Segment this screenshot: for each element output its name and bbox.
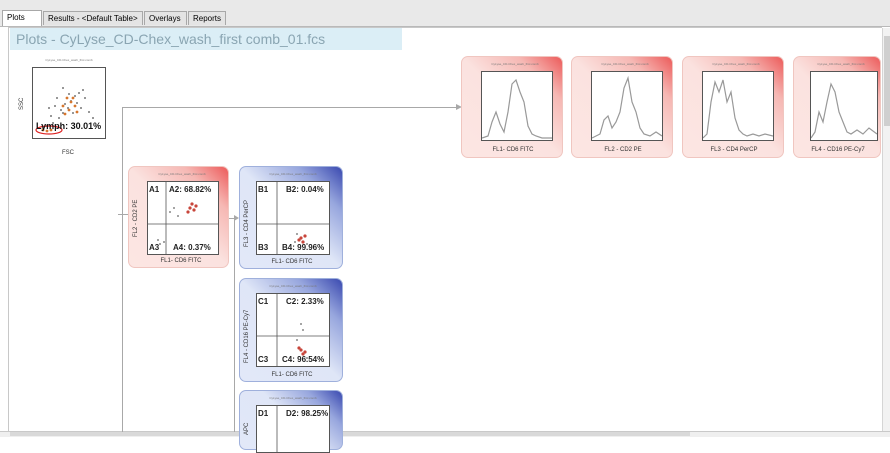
quadrant-plot-card-c[interactable]: CyLyse_CD-Chex_wash_first comb C1 C2: 2.…	[239, 278, 343, 382]
page-title: Plots - CyLyse_CD-Chex_wash_first comb_0…	[16, 31, 326, 47]
quadrant-label-d1: D1	[258, 409, 269, 418]
quadrant-label-c4: C4: 96.54%	[282, 355, 325, 364]
quadrant-plot-card-d[interactable]: CyLyse_CD-Chex_wash_first comb D1 D2: 98…	[239, 390, 343, 453]
plot-mini-title: CyLyse_CD-Chex_wash_first comb	[491, 62, 539, 66]
vertical-scrollbar[interactable]	[882, 28, 890, 432]
quadrant-label-b3: B3	[258, 243, 269, 252]
quadrant-x-label-a: FL1- CD6 FITC	[160, 258, 202, 264]
scatter-plot-card[interactable]: CyLyse_CD-Chex_wash_first comb Lymph: 30…	[14, 54, 114, 160]
quadrant-label-a2: A2: 68.82%	[169, 185, 212, 194]
frame-top	[8, 27, 882, 28]
quadrant-label-a1: A1	[149, 185, 160, 194]
plot-mini-title: CyLyse_CD-Chex_wash_first comb	[269, 284, 317, 288]
quadrant-y-label-a: FL2 - CD2 PE	[133, 199, 139, 237]
quadrant-label-c2: C2: 2.33%	[286, 297, 324, 306]
tab-overlays[interactable]: Overlays	[144, 11, 187, 25]
quadrant-label-a4: A4: 0.37%	[173, 243, 211, 252]
tab-plots[interactable]: Plots	[2, 10, 42, 26]
plot-mini-title: CyLyse_CD-Chex_wash_first comb	[601, 62, 649, 66]
plot-mini-title: CyLyse_CD-Chex_wash_first comb	[712, 62, 760, 66]
histogram-card-1[interactable]: CyLyse_CD-Chex_wash_first comb FL1- CD6 …	[461, 56, 563, 158]
histogram-x-label-3: FL3 - CD4 PerCP	[710, 147, 758, 153]
gate-connector-horizontal	[122, 107, 458, 108]
horizontal-scrollbar[interactable]	[0, 431, 890, 437]
quadrant-y-label-c: FL4 - CD16 PE-Cy7	[244, 309, 250, 363]
vertical-scroll-thumb[interactable]	[884, 36, 890, 126]
histogram-x-label-1: FL1- CD6 FITC	[492, 147, 534, 153]
plot-mini-title: CyLyse_CD-Chex_wash_first comb	[269, 172, 317, 176]
quadrant-label-a3: A3	[149, 243, 160, 252]
quadrant-y-label-b: FL3 - CD4 PerCP	[244, 199, 250, 247]
quadrant-x-label-b: FL1- CD6 FITC	[271, 259, 313, 265]
plot-mini-title: CyLyse_CD-Chex_wash_first comb	[158, 172, 206, 176]
plot-mini-title: CyLyse_CD-Chex_wash_first comb	[817, 62, 865, 66]
quadrant-label-c1: C1	[258, 297, 269, 306]
tab-strip: Plots Results - <Default Table> Overlays…	[0, 0, 890, 27]
histogram-plot-area-4	[810, 71, 878, 141]
histogram-plot-area-2	[591, 71, 663, 141]
lymph-gate-label: Lymph: 30.01%	[36, 121, 102, 131]
histogram-plot-area-3	[702, 71, 774, 141]
scatter-y-label: SSC	[19, 97, 25, 110]
quadrant-label-b1: B1	[258, 185, 269, 194]
quadrant-x-label-c: FL1- CD6 FITC	[271, 372, 313, 378]
plot-mini-title: CyLyse_CD-Chex_wash_first comb	[269, 396, 317, 400]
horizontal-scroll-thumb[interactable]	[10, 432, 690, 436]
histogram-card-4[interactable]: CyLyse_CD-Chex_wash_first comb FL4 - CD1…	[793, 56, 881, 158]
histogram-card-2[interactable]: CyLyse_CD-Chex_wash_first comb FL2 - CD2…	[571, 56, 673, 158]
quadrant-plot-card-b[interactable]: CyLyse_CD-Chex_wash_first comb B1 B2: 0.…	[239, 166, 343, 269]
frame-left	[8, 27, 9, 431]
scatter-x-label: FSC	[62, 150, 74, 156]
quadrant-plot-card-a[interactable]: CyLyse_CD-Chex_wash_first comb A1 A2: 68…	[128, 166, 229, 268]
gate-connector-vertical	[122, 107, 123, 432]
histogram-x-label-4: FL4 - CD16 PE-Cy7	[811, 147, 865, 153]
tab-results[interactable]: Results - <Default Table>	[43, 11, 143, 25]
sub-gate-connector-vertical	[234, 218, 235, 432]
tab-reports[interactable]: Reports	[188, 11, 226, 25]
histogram-x-label-2: FL2 - CD2 PE	[604, 147, 642, 153]
gate-connector-stub	[118, 214, 128, 215]
quadrant-label-d2: D2: 98.25%	[286, 409, 329, 418]
quadrant-label-b2: B2: 0.04%	[286, 185, 324, 194]
quadrant-label-c3: C3	[258, 355, 269, 364]
quadrant-y-label-d: APC	[244, 422, 250, 435]
plot-mini-title: CyLyse_CD-Chex_wash_first comb	[45, 58, 93, 62]
histogram-card-3[interactable]: CyLyse_CD-Chex_wash_first comb FL3 - CD4…	[682, 56, 784, 158]
histogram-plot-area-1	[481, 71, 553, 141]
quadrant-label-b4: B4: 99.96%	[282, 243, 325, 252]
